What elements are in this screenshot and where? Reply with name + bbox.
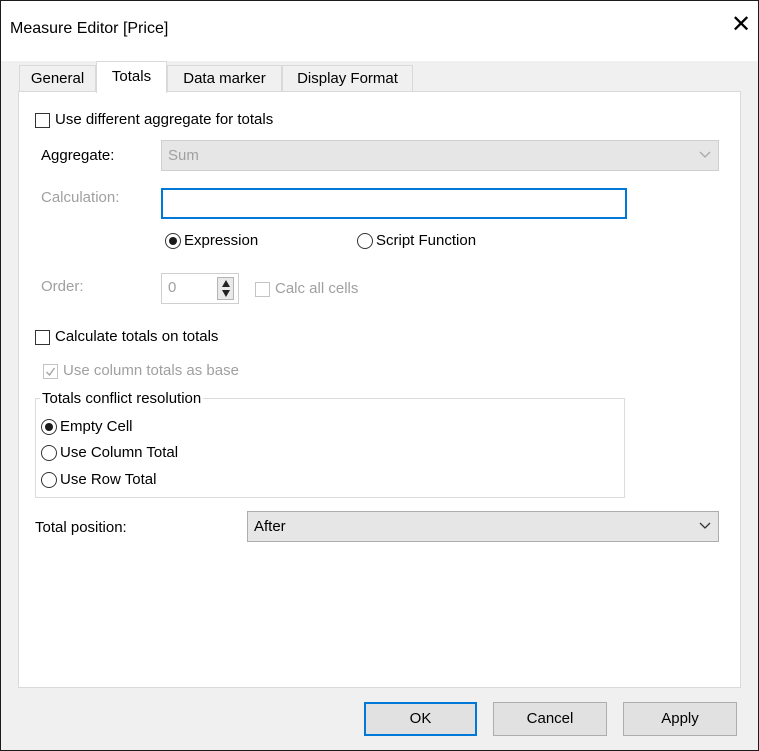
cancel-button[interactable]: Cancel [493,702,607,736]
total-position-select[interactable]: After [247,511,719,542]
expression-radio[interactable] [165,233,181,249]
use-row-total-radio[interactable] [41,472,57,488]
total-position-label: Total position: [35,519,127,536]
window-title: Measure Editor [Price] [10,20,169,37]
use-column-total-radio[interactable] [41,445,57,461]
script-function-radio[interactable] [357,233,373,249]
checkmark-icon [45,367,56,377]
script-function-label: Script Function [376,232,477,249]
aggregate-value: Sum [168,147,199,164]
use-different-aggregate-checkbox[interactable] [35,113,50,128]
calculate-totals-on-totals-label: Calculate totals on totals [55,328,219,345]
total-position-value: After [254,518,286,535]
order-value: 0 [168,279,177,296]
use-column-totals-checkbox[interactable] [43,364,58,379]
aggregate-label: Aggregate: [41,147,115,164]
order-label: Order: [41,278,84,295]
calculate-totals-on-totals-checkbox[interactable] [35,330,50,345]
totals-panel: Use different aggregate for totals Aggre… [18,91,741,688]
calc-all-cells-label: Calc all cells [275,280,359,297]
tab-display-format[interactable]: Display Format [282,65,413,91]
tab-general[interactable]: General [19,65,96,91]
chevron-down-icon [699,151,711,158]
chevron-down-icon [699,522,711,529]
apply-button[interactable]: Apply [623,702,737,736]
use-different-aggregate-label: Use different aggregate for totals [55,111,274,128]
ok-button[interactable]: OK [364,702,477,736]
use-column-total-label: Use Column Total [60,444,179,461]
aggregate-select[interactable]: Sum [161,140,719,171]
order-stepper[interactable]: 0 [161,273,239,304]
empty-cell-radio[interactable] [41,419,57,435]
tab-data-marker[interactable]: Data marker [167,65,282,91]
close-icon[interactable]: ✕ [725,9,757,41]
spin-buttons[interactable] [217,277,234,300]
measure-editor-dialog: Measure Editor [Price] ✕ General Totals … [0,0,759,751]
spin-down-icon[interactable] [221,289,231,298]
empty-cell-label: Empty Cell [60,418,133,435]
spin-up-icon[interactable] [221,279,231,288]
conflict-resolution-legend: Totals conflict resolution [42,390,202,407]
tab-totals[interactable]: Totals [96,61,167,93]
title-bar: Measure Editor [Price] ✕ [1,1,758,61]
use-row-total-label: Use Row Total [60,471,157,488]
use-column-totals-label: Use column totals as base [63,362,239,379]
calc-all-cells-checkbox[interactable] [255,282,270,297]
expression-label: Expression [184,232,259,249]
calculation-label: Calculation: [41,189,120,206]
calculation-input[interactable] [161,188,627,219]
